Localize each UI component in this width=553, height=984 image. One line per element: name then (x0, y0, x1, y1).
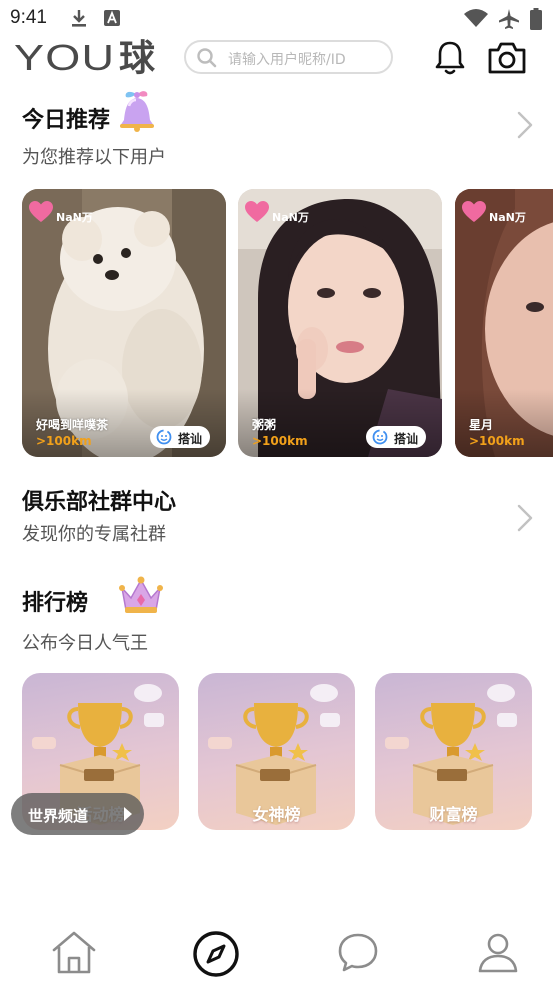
world-channel-button[interactable]: 世界频道 (11, 793, 144, 835)
search-placeholder: 请输入用户昵称/ID (228, 52, 346, 68)
ranking-card-label: 女神榜 (252, 805, 301, 824)
greet-label: 搭讪 (394, 432, 419, 446)
ranking-card-wealth[interactable]: 财富榜 (375, 673, 532, 830)
home-icon[interactable] (50, 930, 98, 976)
smile-icon (156, 429, 172, 445)
greet-label: 搭讪 (178, 432, 203, 446)
user-distance: >100km (36, 434, 92, 448)
club-subtitle: 发现你的专属社群 (22, 524, 166, 545)
camera-icon[interactable] (486, 40, 528, 76)
search-input[interactable]: 请输入用户昵称/ID (184, 40, 393, 74)
club-more-chevron-icon[interactable] (514, 503, 536, 533)
ranking-subtitle: 公布今日人气王 (22, 633, 148, 654)
greet-button[interactable]: 搭讪 (366, 426, 426, 448)
bell-icon[interactable] (434, 40, 466, 76)
world-channel-label: 世界频道 (28, 807, 89, 825)
recommend-card[interactable]: NaN万 好喝到咩噗茶 >100km 搭讪 (22, 189, 226, 457)
user-distance: >100km (469, 434, 525, 448)
chat-icon[interactable] (336, 930, 380, 974)
crown-icon (119, 576, 163, 613)
bell-sticker-icon (120, 91, 154, 132)
recommend-title: 今日推荐 (22, 108, 111, 133)
like-count: NaN万 (489, 211, 526, 224)
status-time: 9:41 (10, 7, 47, 28)
search-icon (197, 48, 217, 68)
airplane-icon (499, 9, 519, 29)
play-arrow-icon (124, 807, 132, 821)
recommend-card[interactable]: NaN万 星月 >100km (455, 189, 553, 457)
app-logo: YOU 球 (14, 37, 155, 78)
recommend-more-chevron-icon[interactable] (514, 110, 536, 140)
profile-icon[interactable] (476, 930, 520, 974)
compass-icon[interactable] (192, 930, 240, 978)
bottom-tab-bar (0, 920, 553, 984)
like-count: NaN万 (272, 211, 309, 224)
status-bar: 9:41 (0, 0, 553, 36)
heart-icon (29, 201, 53, 222)
app-a-icon (104, 10, 120, 26)
ranking-card-label: 财富榜 (429, 805, 478, 824)
greet-button[interactable]: 搭讪 (150, 426, 210, 448)
recommend-carousel[interactable]: NaN万 好喝到咩噗茶 >100km 搭讪 NaN万 粥粥 >100km 搭讪 … (22, 189, 553, 457)
user-distance: >100km (252, 434, 308, 448)
heart-icon (462, 201, 486, 222)
user-name: 好喝到咩噗茶 (36, 418, 109, 432)
app-header: YOU 球 请输入用户昵称/ID (0, 36, 553, 80)
download-icon (72, 10, 86, 27)
user-name: 粥粥 (252, 418, 277, 432)
heart-icon (245, 201, 269, 222)
battery-icon (530, 8, 542, 30)
smile-icon (372, 429, 388, 445)
ranking-title: 排行榜 (22, 591, 89, 616)
like-count: NaN万 (56, 211, 93, 224)
ranking-card-goddess[interactable]: 女神榜 (198, 673, 355, 830)
user-name: 星月 (469, 418, 494, 432)
recommend-subtitle: 为您推荐以下用户 (22, 147, 166, 168)
wifi-icon (464, 9, 488, 27)
club-title[interactable]: 俱乐部社群中心 (22, 484, 176, 516)
recommend-card[interactable]: NaN万 粥粥 >100km 搭讪 (238, 189, 442, 457)
